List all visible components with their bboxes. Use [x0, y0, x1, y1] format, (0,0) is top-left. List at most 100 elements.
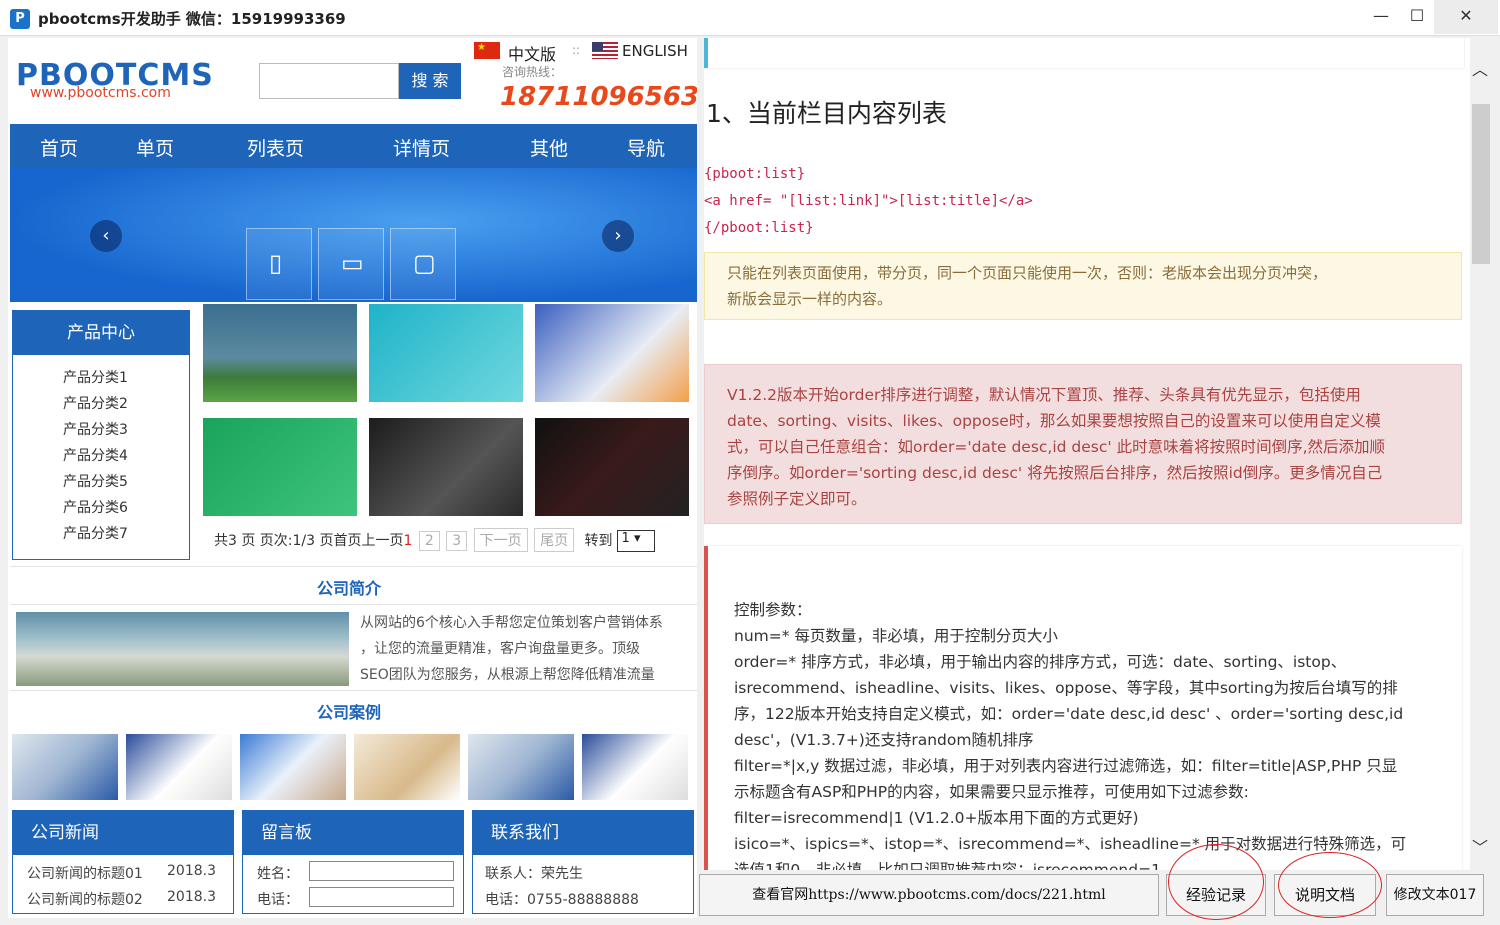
guestbook-box: 留言板 姓名： 电话：	[242, 810, 464, 914]
param-line: order=* 排序方式，非必填，用于输出内容的排序方式，可选：date、sor…	[734, 653, 1347, 671]
param-line: desc'，(V1.3.7+)还支持random随机排序	[734, 731, 1034, 749]
phone-label: 电话：	[257, 892, 299, 908]
news-item-title[interactable]: 公司新闻的标题02	[27, 889, 143, 909]
banner-prev-button[interactable]: ‹	[90, 220, 122, 252]
news-item-date: 2018.3	[167, 889, 216, 905]
phone-field[interactable]	[309, 887, 454, 907]
danger-line: V1.2.2版本开始order排序进行调整，默认情况下置顶、推荐、头条具有优先显…	[727, 386, 1361, 404]
news-item-date: 2018.3	[167, 863, 216, 879]
param-line: isrecommend、isheadline、visits、likes、oppo…	[734, 679, 1398, 697]
product-thumb[interactable]	[203, 418, 357, 516]
doc-top-box	[704, 38, 1464, 68]
china-flag-icon[interactable]	[474, 42, 500, 59]
danger-line: 参照例子定义即可。	[727, 490, 867, 508]
product-thumb[interactable]	[369, 304, 523, 402]
pager-goto-value: 1	[621, 531, 630, 546]
case-thumb[interactable]	[12, 734, 118, 800]
website-preview: PBOOTCMS www.pbootcms.com 搜 索 中文版 :: ENG…	[8, 38, 697, 918]
contact-title: 联系我们	[473, 811, 693, 855]
product-category-link[interactable]: 产品分类6	[63, 497, 128, 517]
product-category-link[interactable]: 产品分类2	[63, 393, 128, 413]
warning-box: 只能在列表页面使用，带分页，同一个页面只能使用一次，否则：老版本会出现分页冲突，…	[704, 252, 1462, 320]
param-line: 示标题含有ASP和PHP的内容，如果需要只显示推荐，可使用如下过滤参数:	[734, 783, 1249, 801]
product-thumb[interactable]	[203, 304, 357, 402]
news-item-title[interactable]: 公司新闻的标题01	[27, 863, 143, 883]
lang-en-link[interactable]: ENGLISH	[622, 42, 688, 60]
lang-cn-link[interactable]: 中文版	[508, 41, 556, 65]
title-bar: P pbootcms开发助手 微信：15919993369 — ☐ ✕	[0, 0, 1500, 36]
param-line: 序，122版本开始支持自定义模式，如：order='date desc,id d…	[734, 705, 1404, 723]
danger-line: 式，可以自己任意组合：如order='date desc,id desc' 此时…	[727, 438, 1386, 456]
nav-home[interactable]: 首页	[40, 134, 78, 161]
app-icon: P	[10, 9, 30, 29]
pager-goto-select[interactable]: 1 ▾	[616, 530, 655, 552]
contact-box: 联系我们 联系人：荣先生 电话：0755-88888888	[472, 810, 694, 914]
scroll-down-icon[interactable]: ﹀	[1472, 834, 1488, 858]
scroll-up-icon[interactable]: ︿	[1472, 56, 1488, 80]
monitor-icon: ▭	[318, 228, 384, 300]
name-field[interactable]	[309, 861, 454, 881]
scrollbar-thumb[interactable]	[1472, 104, 1490, 264]
site-search-input[interactable]	[259, 63, 399, 99]
nav-other[interactable]: 其他	[530, 134, 568, 161]
product-thumb[interactable]	[369, 418, 523, 516]
doc-heading: 1、当前栏目内容列表	[706, 99, 947, 128]
code-line: {/pboot:list}	[704, 220, 814, 236]
site-nav: 首页 单页 列表页 详情页 其他 导航	[10, 124, 697, 168]
product-category-link[interactable]: 产品分类4	[63, 445, 128, 465]
edit-text-button[interactable]: 修改文本017	[1386, 874, 1484, 916]
us-flag-icon[interactable]	[592, 42, 618, 59]
product-thumb[interactable]	[535, 418, 689, 516]
nav-list[interactable]: 列表页	[247, 134, 304, 161]
case-thumb[interactable]	[126, 734, 232, 800]
nav-navigation[interactable]: 导航	[627, 134, 665, 161]
phone-icon: ▯	[246, 228, 312, 300]
param-line: filter=isrecommend|1 (V1.2.0+版本用下面的方式更好)	[734, 809, 1139, 827]
divider	[10, 690, 697, 691]
hotline-number: 18711096563	[500, 82, 697, 112]
hotline-label: 咨询热线：	[502, 65, 563, 79]
case-thumb[interactable]	[468, 734, 574, 800]
pager-next[interactable]: 下一页	[473, 528, 528, 552]
lang-separator: ::	[572, 43, 581, 57]
case-thumb[interactable]	[582, 734, 688, 800]
highlight-circle	[1168, 844, 1264, 920]
nav-detail[interactable]: 详情页	[393, 134, 450, 161]
param-line: filter=*|x,y 数据过滤，非必填，用于对列表内容进行过滤筛选，如：fi…	[734, 757, 1398, 775]
param-line: num=* 每页数量，非必填，用于控制分页大小	[734, 627, 1058, 645]
pager-current: 1	[403, 533, 413, 549]
product-category-link[interactable]: 产品分类7	[63, 523, 128, 543]
name-label: 姓名：	[257, 866, 299, 882]
code-line: {pboot:list}	[704, 166, 806, 182]
window-title: pbootcms开发助手 微信：15919993369	[38, 10, 346, 28]
pager-last[interactable]: 尾页	[534, 528, 575, 552]
close-button[interactable]: ✕	[1434, 0, 1498, 34]
about-image	[16, 612, 349, 686]
danger-line: date、sorting、visits、likes、oppose时，那么如果要想…	[727, 412, 1381, 430]
param-line: isico=*、ispics=*、istop=*、isrecommend=*、i…	[734, 835, 1407, 853]
site-search-button[interactable]: 搜 索	[399, 63, 461, 99]
banner-next-button[interactable]: ›	[602, 220, 634, 252]
tablet-icon: ▢	[390, 228, 456, 300]
danger-line: 序倒序。如order='sorting desc,id desc' 将先按照后台…	[727, 464, 1383, 482]
banner-slider: ▯ ▭ ▢ ‹ ›	[10, 168, 697, 302]
product-thumb[interactable]	[535, 304, 689, 402]
pager-page-3[interactable]: 3	[446, 531, 468, 551]
about-text-line: SEO团队为您服务，从根源上帮您降低精准流量	[360, 667, 655, 683]
site-logo[interactable]: PBOOTCMS www.pbootcms.com	[16, 58, 236, 118]
contact-phone: 电话：0755-88888888	[485, 892, 639, 908]
case-thumb[interactable]	[354, 734, 460, 800]
pager-page-2[interactable]: 2	[418, 531, 440, 551]
product-center-title: 产品中心	[13, 311, 189, 355]
case-thumb[interactable]	[240, 734, 346, 800]
nav-single[interactable]: 单页	[136, 134, 174, 161]
official-docs-button[interactable]: 查看官网https://www.pbootcms.com/docs/221.ht…	[699, 874, 1159, 916]
about-title: 公司简介	[317, 579, 382, 598]
product-category-link[interactable]: 产品分类1	[63, 367, 128, 387]
product-category-link[interactable]: 产品分类5	[63, 471, 128, 491]
params-box: 控制参数： num=* 每页数量，非必填，用于控制分页大小 order=* 排序…	[704, 546, 1462, 870]
param-line: 选值1和0，非必填，比如只调取推荐内容：isrecommend=1	[734, 861, 1161, 870]
product-category-link[interactable]: 产品分类3	[63, 419, 128, 439]
divider	[10, 604, 697, 605]
about-text-line: 从网站的6个核心入手帮您定位策划客户营销体系	[360, 615, 663, 631]
